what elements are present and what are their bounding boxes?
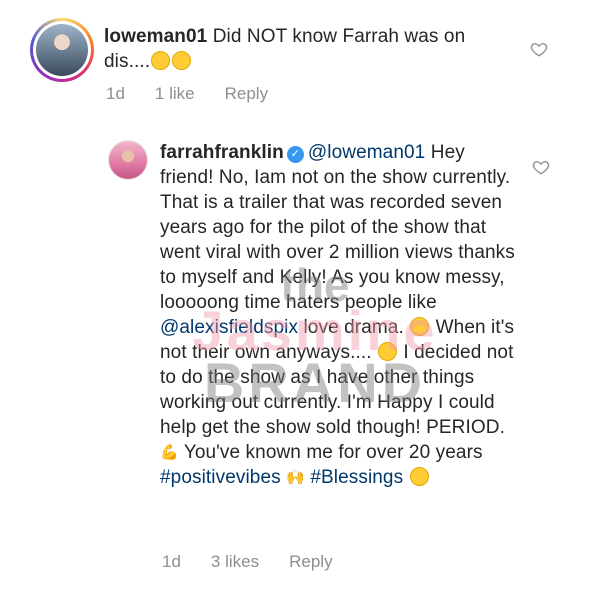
raising-hands-emoji-icon: 🙌	[286, 469, 305, 486]
comment-body-2: love drama.	[298, 317, 410, 338]
heart-icon[interactable]	[532, 158, 550, 176]
thinking-emoji-icon	[410, 317, 430, 336]
heart-icon[interactable]	[530, 40, 548, 58]
story-ring	[33, 21, 91, 79]
username[interactable]: farrahfranklin	[160, 142, 284, 163]
verified-badge-icon: ✓	[286, 146, 304, 163]
comment-meta: 1d 1 like Reply	[106, 84, 268, 104]
timestamp: 1d	[162, 552, 181, 571]
reply-button[interactable]: Reply	[289, 552, 332, 572]
avatar[interactable]	[30, 18, 94, 82]
avatar-photo	[36, 24, 88, 76]
hashtag-link[interactable]: #Blessings	[310, 467, 403, 488]
likes-count[interactable]: 1 like	[155, 84, 195, 104]
comment-body-1: Hey friend! No, Iam not on the show curr…	[160, 142, 515, 313]
mention-link[interactable]: @alexisfieldspix	[160, 317, 298, 338]
flexed-biceps-emoji-icon: 💪	[160, 444, 179, 461]
username[interactable]: loweman01	[104, 26, 207, 47]
smiling-face-with-hearts-emoji-icon	[409, 467, 429, 486]
avatar[interactable]	[108, 140, 148, 180]
astonished-emoji-icon	[151, 51, 171, 70]
comment-body-5: You've known me for over 20 years	[178, 442, 483, 463]
mention-link[interactable]: @loweman01	[308, 142, 425, 163]
likes-count[interactable]: 3 likes	[211, 552, 259, 572]
comment-text: farrahfranklin ✓ @loweman01 Hey friend! No…	[160, 140, 520, 490]
comment-text: loweman01 Did NOT know Farrah was on dis…	[104, 24, 514, 74]
astonished-emoji-icon	[172, 51, 192, 70]
timestamp: 1d	[106, 84, 125, 103]
comment-meta: 1d 3 likes Reply	[162, 552, 333, 572]
hashtag-link[interactable]: #positivevibes	[160, 467, 281, 488]
reply-button[interactable]: Reply	[225, 84, 268, 104]
unamused-emoji-icon	[377, 342, 397, 361]
